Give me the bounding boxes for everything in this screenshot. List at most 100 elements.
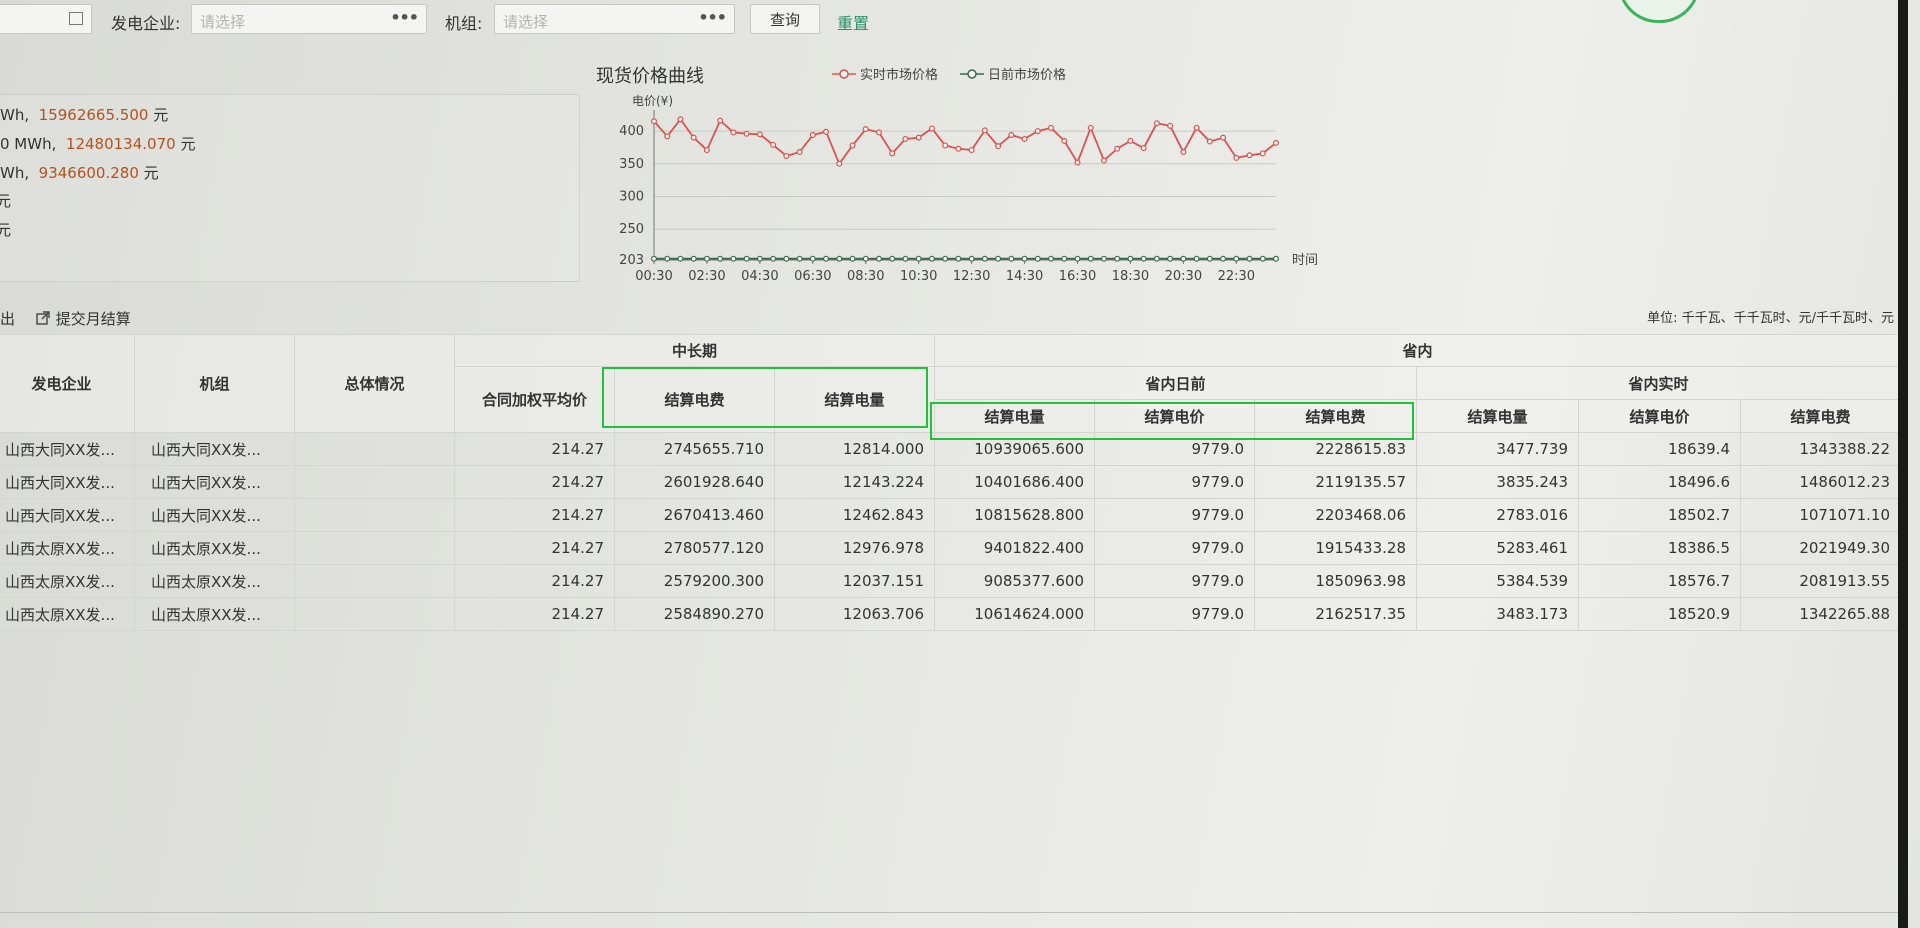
data-point (1061, 255, 1068, 262)
data-point (1167, 122, 1174, 129)
cell-da-price: 9779.0 (1094, 531, 1255, 565)
col-da-fee[interactable]: 结算电费 (1254, 399, 1417, 433)
col-rt-price[interactable]: 结算电价 (1578, 399, 1741, 433)
cell-rt-price: 18502.7 (1578, 498, 1741, 532)
cell-mid-qty: 12143.224 (774, 465, 935, 499)
data-point (1206, 255, 1213, 262)
x-tick-label: 08:30 (847, 269, 884, 284)
company-placeholder: 请选择 (200, 13, 246, 31)
settlement-table: 发电企业 机组 总体情况 中长期 省内 合同加权平均价 结算电费 结算电量 省内… (0, 334, 1901, 631)
cell-mid-fee: 2584890.270 (614, 597, 775, 631)
reset-button[interactable]: 重置 (837, 10, 869, 34)
table-row[interactable]: 山西大同XX发... 山西大同XX发... 214.27 2601928.640… (0, 465, 1901, 499)
data-point (1061, 137, 1068, 144)
more-icon[interactable]: ••• (390, 8, 419, 27)
cell-overall (294, 432, 455, 466)
data-point (1034, 255, 1041, 262)
table-row[interactable]: 山西太原XX发... 山西太原XX发... 214.27 2584890.270… (0, 597, 1901, 631)
data-point (650, 118, 657, 125)
unit-select[interactable]: 请选择 ••• (494, 4, 735, 34)
chart-title: 现货价格曲线 (596, 66, 704, 87)
calendar-icon (69, 12, 83, 25)
data-point (1048, 255, 1055, 262)
cell-avg-price: 214.27 (454, 564, 615, 598)
col-mid-fee[interactable]: 结算电费 (614, 366, 775, 433)
table-row[interactable]: 山西大同XX发... 山西大同XX发... 214.27 2745655.710… (0, 432, 1901, 466)
data-point (1246, 152, 1253, 159)
cell-mid-fee: 2780577.120 (614, 531, 775, 565)
cell-mid-fee: 2579200.300 (614, 564, 775, 598)
data-point (981, 127, 988, 134)
x-tick-label: 20:30 (1165, 269, 1202, 284)
submit-monthly-button[interactable]: 提交月结算 (36, 308, 131, 329)
data-point (849, 255, 856, 262)
data-point (1087, 255, 1094, 262)
col-rt-fee[interactable]: 结算电费 (1740, 399, 1901, 433)
cell-rt-price: 18496.6 (1578, 465, 1741, 499)
col-unit[interactable]: 机组 (134, 334, 295, 433)
query-button[interactable]: 查询 (750, 4, 820, 34)
cell-mid-fee: 2601928.640 (614, 465, 775, 499)
col-overall[interactable]: 总体情况 (294, 334, 455, 433)
data-point (849, 142, 856, 149)
col-avg-price[interactable]: 合同加权平均价 (454, 366, 615, 433)
y-tick-label: 250 (619, 222, 644, 237)
cell-da-fee: 2119135.57 (1254, 465, 1417, 499)
cell-da-price: 9779.0 (1094, 597, 1255, 631)
x-tick-label: 00:30 (635, 269, 672, 284)
table-row[interactable]: 山西大同XX发... 山西大同XX发... 214.27 2670413.460… (0, 498, 1901, 532)
col-company[interactable]: 发电企业 (0, 334, 135, 433)
cell-rt-price: 18576.7 (1578, 564, 1741, 598)
cell-da-price: 9779.0 (1094, 432, 1255, 466)
data-point (677, 255, 684, 262)
data-point (995, 143, 1002, 150)
data-point (902, 135, 909, 142)
avatar[interactable] (1618, 0, 1700, 23)
data-point (968, 147, 975, 154)
legend-dayahead-label: 日前市场价格 (988, 68, 1067, 83)
data-point (1220, 134, 1227, 141)
data-point (690, 255, 697, 262)
data-point (743, 255, 750, 262)
data-point (1008, 255, 1015, 262)
cell-da-qty: 9401822.400 (934, 531, 1095, 565)
data-point (942, 255, 949, 262)
more-icon[interactable]: ••• (698, 8, 727, 27)
cell-mid-fee: 2745655.710 (614, 432, 775, 466)
data-point (955, 255, 962, 262)
data-point (650, 255, 657, 262)
cell-company: 山西太原XX发... (0, 597, 135, 631)
cell-da-qty: 10815628.800 (934, 498, 1095, 532)
data-point (770, 255, 777, 262)
summary-line: Wh, 9346600.280 元 (0, 164, 159, 182)
data-point (836, 255, 843, 262)
table-row[interactable]: 山西太原XX发... 山西太原XX发... 214.27 2579200.300… (0, 564, 1901, 598)
cell-mid-qty: 12814.000 (774, 432, 935, 466)
first-filter-field[interactable] (0, 4, 92, 34)
company-select[interactable]: 请选择 ••• (191, 4, 427, 34)
col-mid-qty[interactable]: 结算电量 (774, 366, 935, 433)
table-row[interactable]: 山西太原XX发... 山西太原XX发... 214.27 2780577.120… (0, 531, 1901, 565)
data-point (1193, 255, 1200, 262)
legend-dayahead[interactable]: 日前市场价格 (960, 64, 1066, 83)
data-point (1087, 124, 1094, 131)
cell-avg-price: 214.27 (454, 597, 615, 631)
data-point (1021, 135, 1028, 142)
x-tick-label: 22:30 (1218, 269, 1255, 284)
y-tick-label: 203 (619, 253, 644, 268)
col-da-price[interactable]: 结算电价 (1094, 399, 1255, 433)
data-point (902, 255, 909, 262)
cell-company: 山西大同XX发... (0, 498, 135, 532)
cell-rt-fee: 2081913.55 (1740, 564, 1901, 598)
export-button[interactable]: 出 (0, 308, 15, 329)
data-point (783, 152, 790, 159)
y-tick-label: 400 (619, 124, 644, 139)
legend-realtime[interactable]: 实时市场价格 (832, 64, 938, 83)
col-rt-qty[interactable]: 结算电量 (1416, 399, 1579, 433)
cell-da-price: 9779.0 (1094, 564, 1255, 598)
col-da-qty[interactable]: 结算电量 (934, 399, 1095, 433)
data-point (1153, 120, 1160, 127)
data-point (1272, 255, 1279, 262)
group-provincial: 省内 (934, 334, 1901, 367)
data-point (664, 133, 671, 140)
